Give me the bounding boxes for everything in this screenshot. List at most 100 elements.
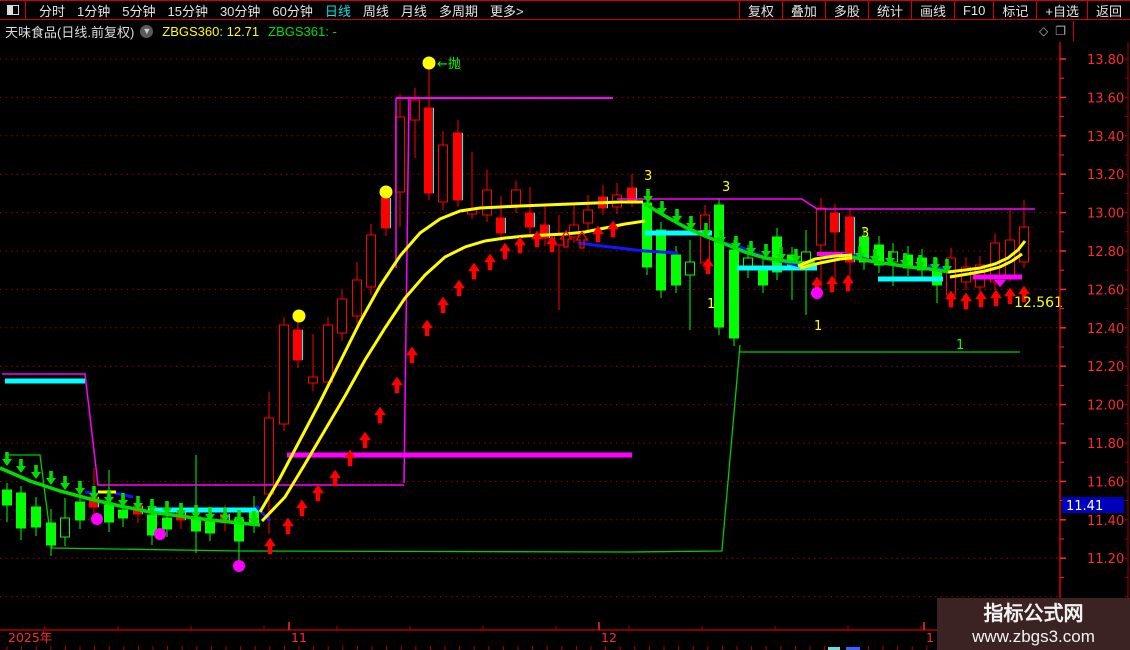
timeframe-60分钟[interactable]: 60分钟 — [266, 1, 318, 20]
timeframe-1分钟[interactable]: 1分钟 — [71, 1, 116, 20]
candle[interactable] — [496, 196, 506, 241]
toolbar-button-标记[interactable]: 标记 — [993, 1, 1036, 19]
app-window: 分时 1分钟 5分钟 15分钟 30分钟 60分钟 日线 周线 月线 多周期 更多> 复权 叠加 多股统… — [0, 0, 1130, 650]
sell-arrow-icon — [643, 189, 653, 203]
sell-arrow-icon — [2, 452, 12, 466]
chart-annotation: 3 — [644, 169, 652, 184]
magenta-marker — [994, 280, 1006, 287]
y-axis-label: 12.20 — [1087, 360, 1124, 375]
candle[interactable] — [31, 497, 41, 536]
sell-arrow-icon — [60, 476, 70, 490]
chart-annotation: 1 — [707, 297, 715, 312]
candle[interactable] — [337, 290, 347, 341]
candle[interactable] — [438, 131, 448, 210]
infobar-right-icons: ◇ ❐ — [1039, 21, 1130, 41]
candle[interactable] — [16, 486, 26, 540]
window-icon[interactable]: ❐ — [1055, 24, 1066, 38]
y-axis-label: 13.00 — [1087, 207, 1124, 222]
y-axis-label: 13.80 — [1087, 53, 1124, 68]
candle[interactable] — [1005, 210, 1015, 282]
timeframe-更多>[interactable]: 更多> — [484, 1, 530, 20]
x-axis-month-label: 12 — [601, 630, 617, 645]
timeframe-周线[interactable]: 周线 — [357, 1, 395, 20]
toolbar-button-F10[interactable]: F10 — [953, 1, 993, 19]
indicator-label: ZBGS360: — [162, 23, 223, 39]
chart-annotation: ←抛 — [437, 57, 461, 72]
buy-arrow-icon — [359, 431, 371, 449]
top-toolbar: 分时 1分钟 5分钟 15分钟 30分钟 60分钟 日线 周线 月线 多周期 更多> 复权 叠加 多股统… — [0, 0, 1130, 20]
candle[interactable] — [424, 66, 434, 200]
candle[interactable] — [511, 181, 521, 213]
timeframe-30分钟[interactable]: 30分钟 — [214, 1, 266, 20]
candle[interactable] — [729, 240, 739, 346]
toolbar-button-叠加[interactable]: 叠加 — [781, 1, 825, 19]
candle[interactable] — [279, 317, 289, 431]
y-axis-label: 11.60 — [1087, 475, 1124, 490]
candle[interactable] — [845, 208, 855, 285]
timeframe-分时[interactable]: 分时 — [33, 1, 71, 20]
buy-arrow-icon — [453, 279, 465, 297]
stock-title: 天味食品(日线.前复权) — [5, 24, 135, 40]
split-window-button[interactable] — [0, 1, 26, 19]
chevron-down-icon[interactable]: ▼ — [140, 24, 154, 38]
indicator-label: ZBGS361: — [268, 23, 329, 39]
candle[interactable] — [598, 185, 608, 215]
buy-arrow-icon — [960, 292, 972, 310]
candle[interactable] — [453, 120, 463, 207]
candle[interactable] — [801, 230, 811, 315]
candle[interactable] — [714, 198, 724, 335]
diamond-icon[interactable]: ◇ — [1039, 24, 1048, 38]
timeframe-日线[interactable]: 日线 — [319, 1, 357, 20]
candle[interactable] — [191, 455, 201, 553]
yellow-dot — [422, 56, 436, 70]
buy-arrow-icon — [421, 319, 433, 337]
price-chart-canvas[interactable]: ←抛33311112.56113.8013.6013.4013.2013.001… — [0, 0, 1130, 650]
toolbar-button-返回[interactable]: 返回 — [1086, 1, 1130, 19]
candle[interactable] — [352, 262, 362, 323]
timeframe-多周期[interactable]: 多周期 — [433, 1, 484, 20]
timeframe-15分钟[interactable]: 15分钟 — [161, 1, 213, 20]
candle[interactable] — [685, 240, 695, 330]
magenta-dot — [811, 287, 823, 299]
candle[interactable] — [308, 334, 318, 391]
sell-arrow-icon — [16, 459, 26, 473]
current-price-value: 11.41 — [1066, 499, 1103, 514]
sell-arrow-icon — [75, 481, 85, 495]
magenta-dot — [91, 513, 103, 525]
candle[interactable] — [583, 195, 593, 230]
y-axis-label: 11.40 — [1087, 514, 1124, 529]
toolbar-button-+自选[interactable]: +自选 — [1036, 1, 1087, 19]
indicator-value: - — [332, 23, 337, 39]
buy-arrow-icon — [344, 449, 356, 467]
candle[interactable] — [525, 187, 535, 234]
watermark: 指标公式网 www.zbgs3.com — [937, 598, 1130, 650]
candle[interactable] — [540, 205, 550, 246]
chart-annotation: 12.561 — [1014, 295, 1063, 311]
timeframe-5分钟[interactable]: 5分钟 — [116, 1, 161, 20]
magenta-dot — [154, 528, 166, 540]
green-trend-line — [7, 344, 741, 553]
timeframe-月线[interactable]: 月线 — [395, 1, 433, 20]
candle[interactable] — [366, 224, 376, 295]
chart-annotation: 3 — [861, 226, 869, 241]
split-window-icon — [6, 5, 19, 15]
chart-annotation: 3 — [722, 180, 730, 195]
toolbar-button-复权[interactable]: 复权 — [738, 1, 782, 19]
toolbar-button-多股[interactable]: 多股 — [824, 1, 868, 19]
candle[interactable] — [758, 258, 768, 293]
candle[interactable] — [482, 170, 492, 222]
candle[interactable] — [816, 198, 826, 288]
buy-arrow-icon — [990, 289, 1002, 307]
buy-arrow-icon — [975, 290, 987, 308]
candle[interactable] — [830, 204, 840, 280]
candle[interactable] — [60, 498, 70, 546]
candle[interactable] — [395, 94, 405, 227]
toolbar-button-统计[interactable]: 统计 — [867, 1, 911, 19]
candle[interactable] — [2, 483, 12, 522]
candle[interactable] — [554, 215, 564, 310]
buy-arrow-icon — [391, 376, 403, 394]
candle[interactable] — [1019, 200, 1029, 268]
buy-arrow-icon — [842, 274, 854, 292]
toolbar-button-画线[interactable]: 画线 — [910, 1, 954, 19]
